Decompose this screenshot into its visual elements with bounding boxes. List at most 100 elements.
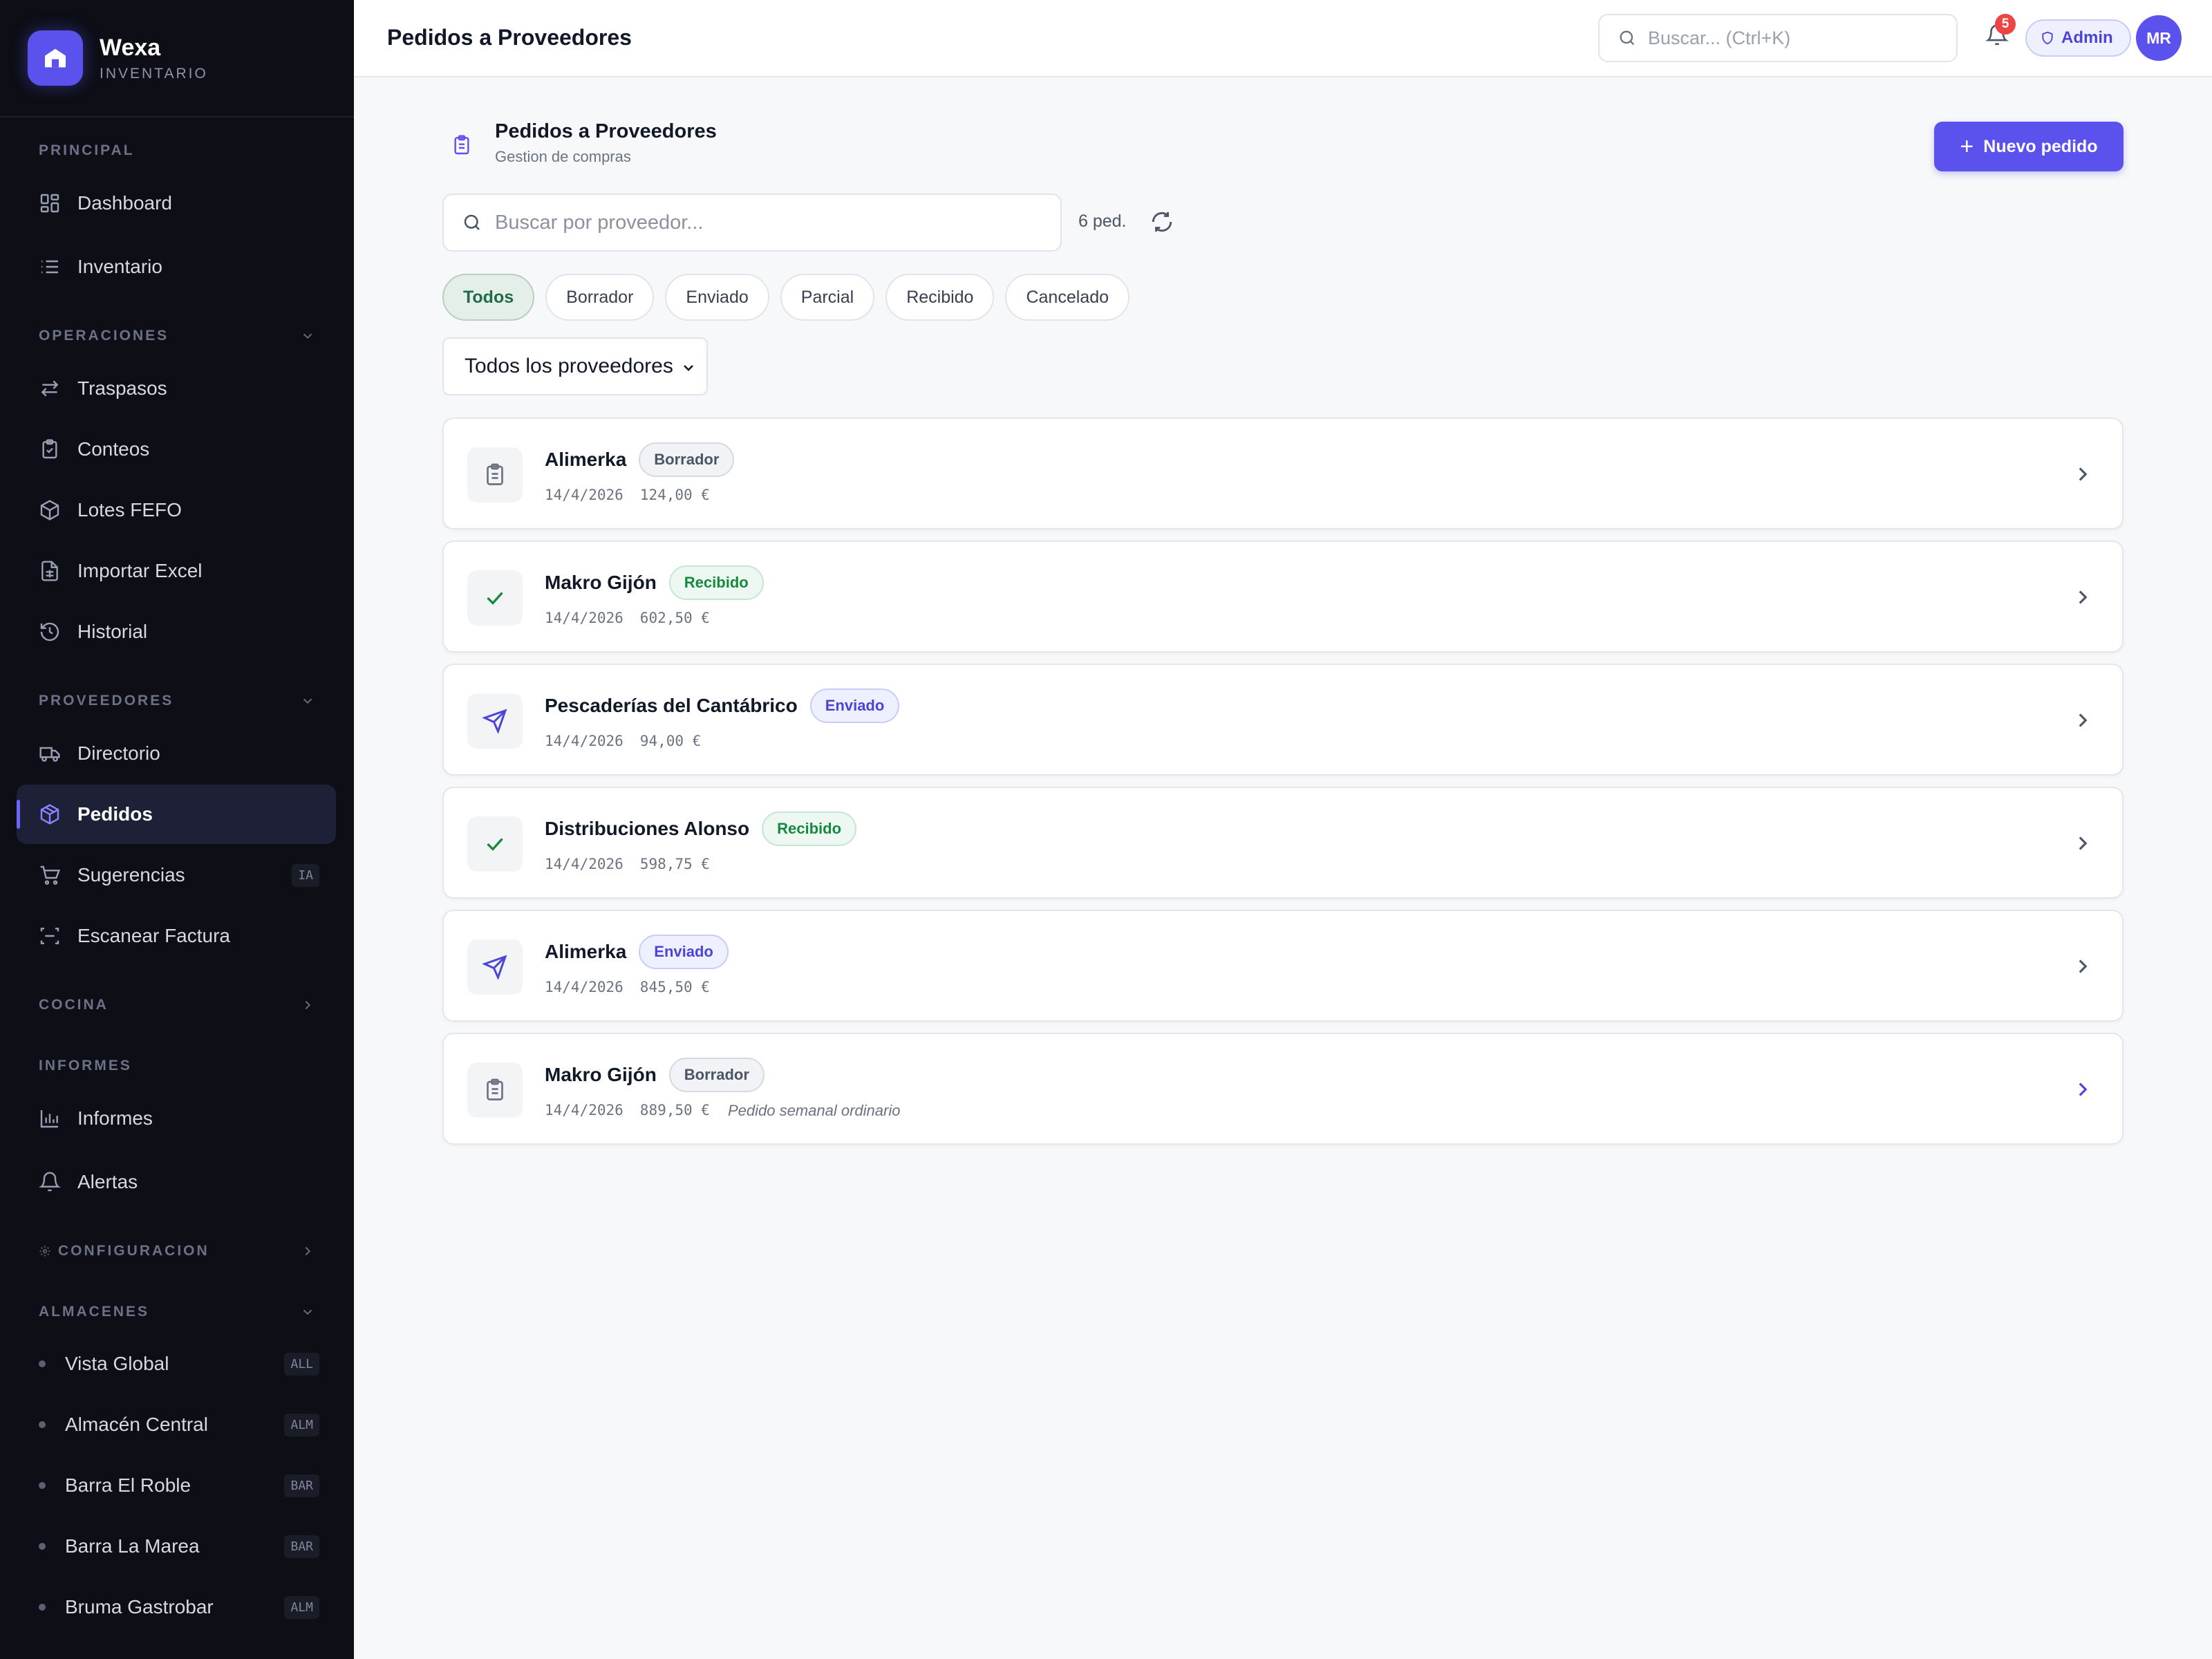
filter-borrador[interactable]: Borrador: [545, 274, 655, 321]
role-badge[interactable]: Admin: [2025, 19, 2131, 57]
ai-tag: IA: [292, 863, 319, 887]
sidebar-item-sugerencias[interactable]: Sugerencias IA: [17, 845, 336, 905]
filter-cancelado[interactable]: Cancelado: [1005, 274, 1130, 321]
order-status-icon: [467, 570, 523, 626]
warehouse-tag: ALL: [284, 1352, 319, 1376]
section-almacenes[interactable]: ALMACENES: [39, 1304, 315, 1320]
warehouse-logo-icon: [28, 30, 83, 86]
new-order-button[interactable]: + Nuevo pedido: [1934, 122, 2124, 171]
supplier-name: Alimerka: [545, 941, 627, 962]
warehouse-item[interactable]: Almacén Central ALM: [17, 1397, 336, 1452]
order-date: 14/4/2026: [545, 856, 624, 872]
search-icon: [464, 214, 480, 230]
sidebar-item-inventario[interactable]: Inventario: [17, 237, 336, 297]
order-card[interactable]: Alimerka Borrador 14/4/2026 124,00 €: [442, 418, 2124, 529]
sidebar-item-historial[interactable]: Historial: [17, 602, 336, 662]
refresh-icon[interactable]: [1150, 210, 1174, 234]
order-date: 14/4/2026: [545, 1102, 624, 1118]
order-card[interactable]: Alimerka Enviado 14/4/2026 845,50 €: [442, 910, 2124, 1022]
order-card[interactable]: Distribuciones Alonso Recibido 14/4/2026 5…: [442, 787, 2124, 899]
chevron-right-icon[interactable]: [2071, 832, 2094, 855]
section-operaciones[interactable]: OPERACIONES: [39, 328, 315, 344]
chevron-down-icon: [303, 698, 312, 704]
section-proveedores[interactable]: PROVEEDORES: [39, 693, 315, 709]
sidebar-item-traspasos[interactable]: Traspasos: [17, 359, 336, 418]
warehouse-tag: ALM: [284, 1595, 319, 1619]
chevron-right-icon[interactable]: [2071, 1078, 2094, 1101]
status-dot: [39, 1482, 46, 1489]
chevron-right-icon[interactable]: [2071, 462, 2094, 486]
order-card[interactable]: Pescaderías del Cantábrico Enviado 14/4/2…: [442, 664, 2124, 776]
supplier-select[interactable]: Todos los proveedores: [442, 337, 708, 395]
order-amount: 94,00 €: [639, 733, 702, 749]
filter-recibido[interactable]: Recibido: [885, 274, 995, 321]
sidebar-item-dashboard[interactable]: Dashboard: [17, 174, 336, 233]
check-icon: [487, 838, 503, 851]
order-status-icon: [467, 693, 523, 749]
status-badge: Enviado: [639, 935, 729, 969]
filter-enviado[interactable]: Enviado: [665, 274, 769, 321]
order-date: 14/4/2026: [545, 610, 624, 626]
chevron-right-icon[interactable]: [2071, 585, 2094, 609]
chevron-down-icon: [303, 333, 312, 339]
global-search[interactable]: [1598, 14, 1958, 62]
supplier-name: Makro Gijón: [545, 572, 657, 593]
section-principal: PRINCIPAL: [39, 142, 135, 158]
brand[interactable]: Wexa INVENTARIO: [0, 0, 354, 118]
check-icon: [487, 592, 503, 605]
chevron-right-icon: [305, 1246, 311, 1256]
order-card[interactable]: Makro Gijón Recibido 14/4/2026 602,50 €: [442, 541, 2124, 653]
supplier-name: Makro Gijón: [545, 1064, 657, 1085]
sidebar-item-pedidos[interactable]: Pedidos: [17, 785, 336, 844]
order-status-icon: [467, 816, 523, 872]
order-status-icon: [467, 447, 523, 503]
clipboard-icon: [487, 463, 503, 485]
supplier-search[interactable]: [442, 194, 1062, 252]
warehouse-item[interactable]: Barra El Roble BAR: [17, 1458, 336, 1513]
clipboard-icon: [487, 1078, 503, 1100]
order-card[interactable]: Makro Gijón Borrador 14/4/2026 889,50 € Ped…: [442, 1033, 2124, 1145]
warehouse-item[interactable]: Bruma Gastrobar ALM: [17, 1580, 336, 1635]
sidebar-item-lotes-fefo[interactable]: Lotes FEFO: [17, 480, 336, 540]
chevron-down-icon: [303, 1309, 312, 1315]
filter-parcial[interactable]: Parcial: [780, 274, 875, 321]
brand-name: Wexa: [100, 35, 161, 61]
history-icon: [40, 622, 59, 641]
status-dot: [39, 1421, 46, 1428]
chevron-right-icon: [305, 1000, 311, 1010]
global-search-input[interactable]: [1648, 27, 1938, 49]
package-icon: [40, 804, 59, 825]
order-date: 14/4/2026: [545, 979, 624, 995]
chevron-down-icon: [684, 365, 693, 371]
spreadsheet-icon: [41, 561, 58, 581]
bar-chart-icon: [40, 1110, 58, 1128]
chevron-right-icon[interactable]: [2071, 709, 2094, 732]
sidebar-item-importar-excel[interactable]: Importar Excel: [17, 541, 336, 601]
section-configuracion[interactable]: CONFIGURACION: [39, 1243, 315, 1259]
order-note: Pedido semanal ordinario: [727, 1102, 901, 1119]
warehouse-item[interactable]: Barra La Marea BAR: [17, 1519, 336, 1574]
filter-todos[interactable]: Todos: [442, 274, 535, 321]
order-status-icon: [467, 1062, 523, 1118]
order-amount: 845,50 €: [639, 979, 710, 995]
sidebar-item-alertas[interactable]: Alertas: [17, 1152, 336, 1212]
chevron-right-icon[interactable]: [2071, 955, 2094, 978]
section-cocina[interactable]: COCINA: [39, 997, 315, 1013]
supplier-search-input[interactable]: [495, 211, 1034, 234]
brand-subtitle: INVENTARIO: [100, 66, 208, 82]
section-informes: INFORMES: [39, 1058, 132, 1074]
sidebar-item-directorio[interactable]: Directorio: [17, 724, 336, 783]
cart-icon: [40, 865, 61, 885]
sidebar-item-informes[interactable]: Informes: [17, 1089, 336, 1148]
avatar[interactable]: MR: [2136, 15, 2182, 61]
clipboard-icon: [42, 439, 57, 459]
warehouse-tag: BAR: [284, 1474, 319, 1497]
warehouse-item[interactable]: Vista Global ALL: [17, 1336, 336, 1391]
status-dot: [39, 1360, 46, 1367]
section-title: Pedidos a Proveedores: [495, 120, 717, 142]
truck-icon: [39, 747, 60, 762]
order-count: 6 ped.: [1078, 212, 1127, 231]
send-icon: [482, 709, 507, 733]
sidebar-item-conteos[interactable]: Conteos: [17, 420, 336, 479]
sidebar-item-escanear-factura[interactable]: Escanear Factura: [17, 906, 336, 966]
